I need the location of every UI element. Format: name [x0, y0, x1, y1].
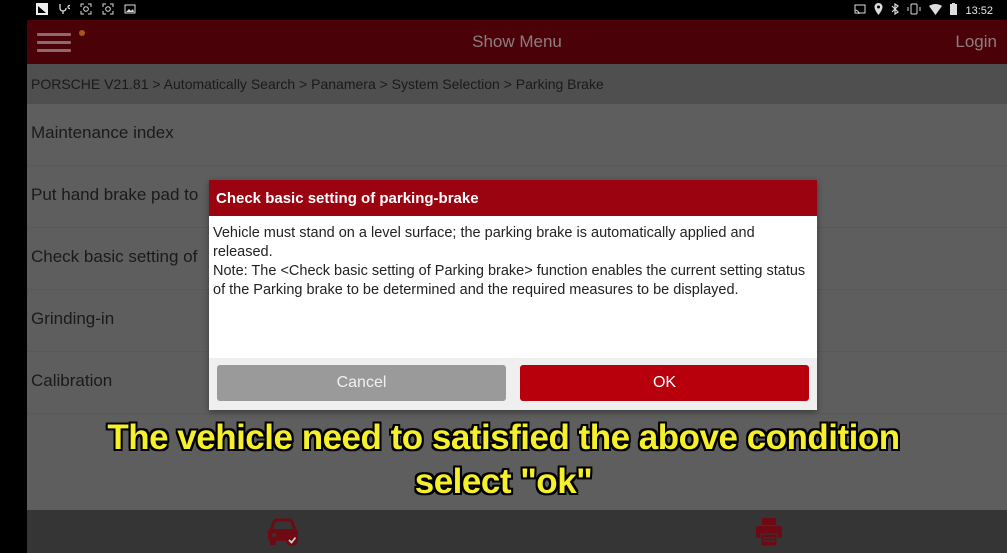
- car-check-icon[interactable]: [263, 516, 303, 553]
- vibrate-icon: [907, 3, 921, 18]
- confirm-dialog: Check basic setting of parking-brake Veh…: [209, 180, 817, 410]
- image-icon: [124, 3, 136, 15]
- dialog-footer: Cancel OK: [209, 358, 817, 410]
- notification-icon: [36, 3, 48, 15]
- battery-icon: [950, 3, 958, 18]
- dialog-message-line: Vehicle must stand on a level surface; t…: [213, 225, 755, 260]
- cancel-button[interactable]: Cancel: [217, 365, 506, 401]
- printer-icon[interactable]: [753, 516, 785, 553]
- bottom-toolbar: [27, 510, 1007, 553]
- bluetooth-icon: [891, 2, 900, 18]
- subtitle-line: The vehicle need to satisfied the above …: [107, 418, 900, 457]
- dialog-note: Note: The <Check basic setting of Parkin…: [213, 263, 806, 298]
- dialog-title: Check basic setting of parking-brake: [209, 180, 817, 216]
- subtitle-line: select "ok": [414, 462, 593, 501]
- page-title[interactable]: Show Menu: [27, 32, 1007, 52]
- wifi-icon: [929, 3, 943, 18]
- screenshot-icon: [80, 3, 92, 15]
- top-bar: Show Menu Login: [27, 20, 1007, 64]
- clock: 13:52: [965, 4, 993, 17]
- list-item[interactable]: Maintenance index: [27, 104, 1007, 166]
- status-bar: 13:52: [0, 0, 1007, 20]
- breadcrumb: PORSCHE V21.81 > Automatically Search > …: [27, 64, 1007, 104]
- location-icon: [874, 3, 883, 18]
- screenshot-icon: [102, 3, 114, 15]
- usb-debug-icon: [58, 3, 72, 15]
- ok-button[interactable]: OK: [520, 365, 809, 401]
- cast-icon: [854, 4, 866, 18]
- dialog-message: Vehicle must stand on a level surface; t…: [209, 216, 817, 354]
- video-subtitle: The vehicle need to satisfied the above …: [0, 416, 1007, 504]
- login-link[interactable]: Login: [955, 32, 997, 52]
